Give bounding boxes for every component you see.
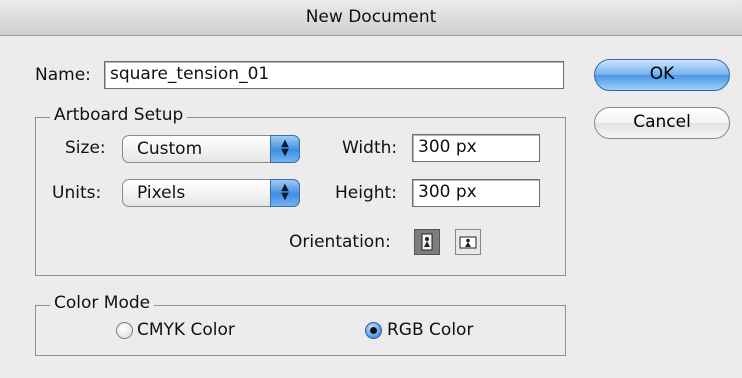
ok-button[interactable]: OK: [594, 59, 730, 91]
up-down-arrows-icon: ▲ ▼: [270, 135, 300, 163]
window-title: New Document: [305, 7, 437, 27]
cmyk-color-label[interactable]: CMYK Color: [137, 320, 235, 340]
rgb-color-label[interactable]: RGB Color: [387, 320, 473, 340]
width-input[interactable]: 300 px: [412, 134, 540, 162]
height-label: Height:: [335, 183, 397, 203]
artboard-setup-legend: Artboard Setup: [50, 105, 188, 125]
name-label: Name:: [35, 65, 91, 85]
portrait-orientation-button[interactable]: [414, 229, 440, 255]
landscape-orientation-button[interactable]: [455, 229, 481, 255]
units-popup-value: Pixels: [137, 183, 186, 203]
cmyk-color-radio[interactable]: [116, 322, 133, 339]
units-popup[interactable]: Pixels ▲ ▼: [122, 179, 300, 207]
landscape-orientation-icon: [455, 229, 481, 255]
name-input[interactable]: square_tension_01: [104, 61, 564, 89]
rgb-color-radio[interactable]: [365, 322, 382, 339]
radio-selected-dot: [370, 327, 377, 334]
title-bar[interactable]: New Document: [0, 0, 742, 36]
size-popup[interactable]: Custom ▲ ▼: [122, 135, 300, 163]
color-mode-legend: Color Mode: [50, 293, 155, 313]
up-down-arrows-icon: ▲ ▼: [270, 179, 300, 207]
width-label: Width:: [342, 138, 398, 158]
size-label: Size:: [65, 138, 106, 158]
portrait-orientation-icon: [414, 229, 440, 255]
units-label: Units:: [52, 183, 102, 203]
cancel-button[interactable]: Cancel: [594, 107, 730, 139]
height-input[interactable]: 300 px: [412, 179, 540, 207]
size-popup-value: Custom: [137, 139, 203, 159]
orientation-label: Orientation:: [289, 232, 391, 252]
